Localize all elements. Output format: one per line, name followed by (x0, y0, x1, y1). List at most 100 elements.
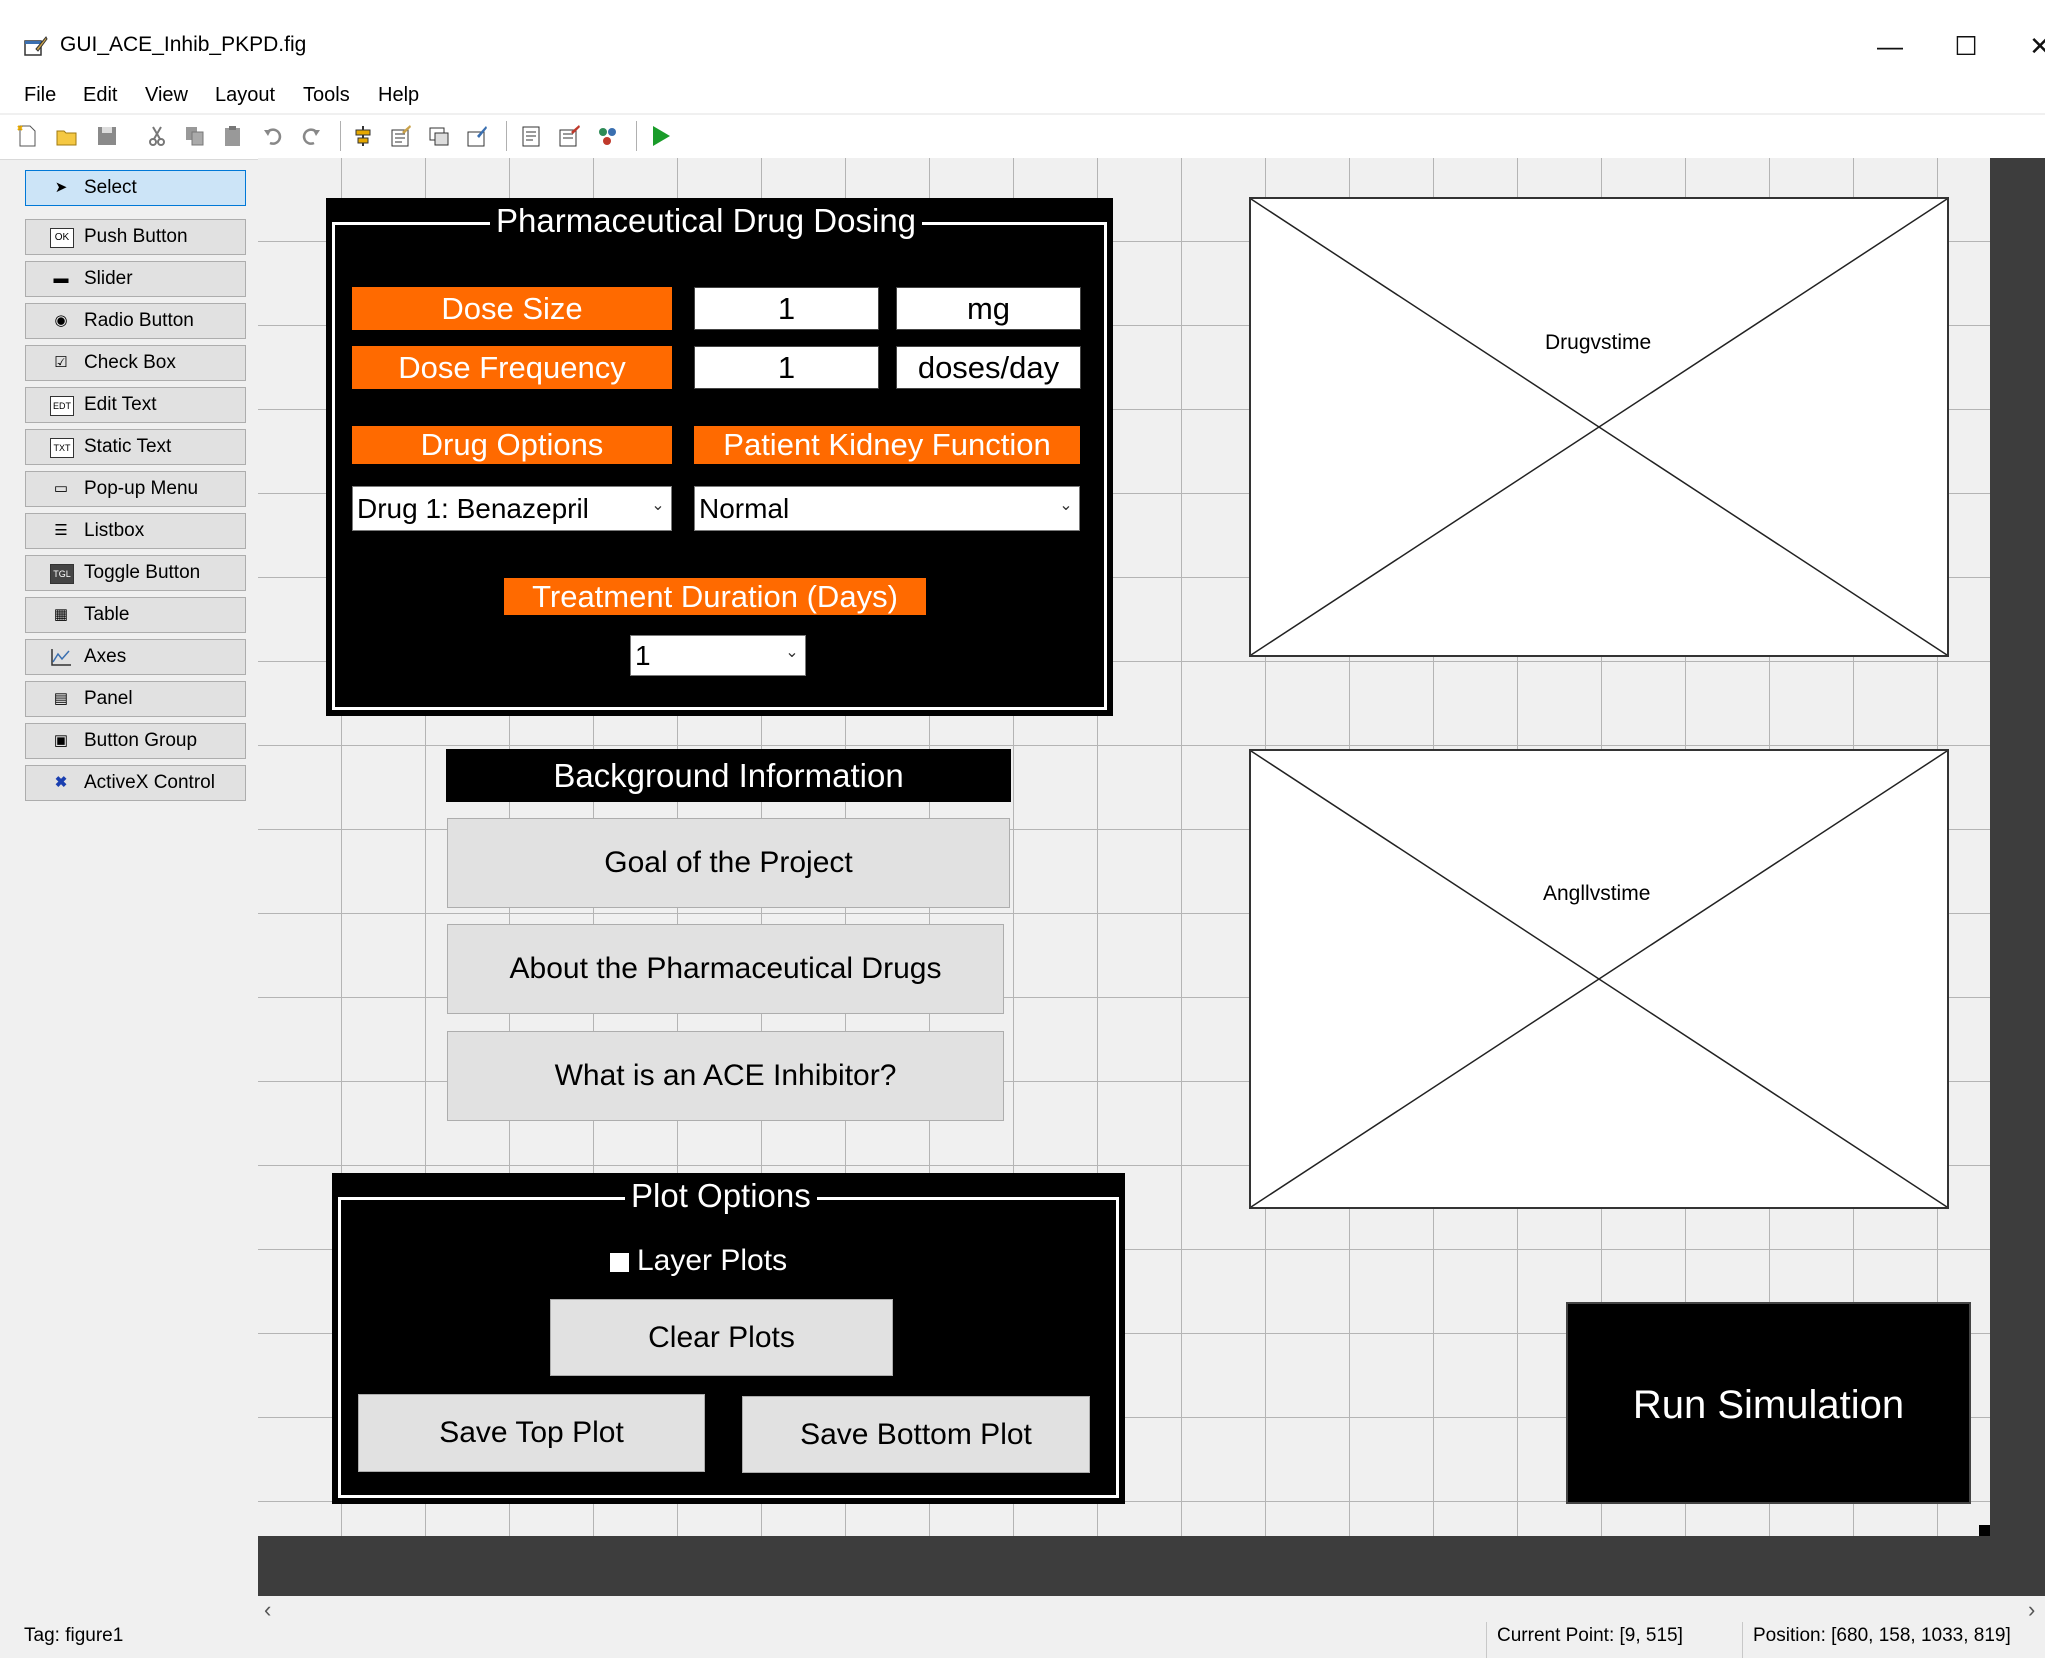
drug-options-popup[interactable]: Drug 1: Benazepril ⌄ (352, 486, 672, 531)
palette-check-box[interactable]: ☑ Check Box (25, 345, 246, 381)
dose-size-input[interactable]: 1 (694, 287, 879, 330)
align-objects-icon[interactable] (352, 124, 374, 148)
object-browser-icon[interactable] (596, 124, 618, 148)
figure-file-icon (24, 36, 48, 56)
editor-icon[interactable] (520, 124, 542, 148)
bottom-axes-tag: Angllvstime (1543, 882, 1651, 905)
menu-layout[interactable]: Layout (215, 84, 275, 107)
scroll-left-icon[interactable]: ‹ (264, 1597, 271, 1623)
palette-table[interactable]: ▦ Table (25, 597, 246, 633)
slider-icon: ▬ (53, 270, 69, 287)
save-top-plot-button[interactable]: Save Top Plot (358, 1394, 705, 1472)
toolbar-separator (636, 121, 637, 151)
scroll-right-icon[interactable]: › (2028, 1597, 2035, 1623)
save-icon[interactable] (96, 124, 118, 148)
menu-tools[interactable]: Tools (303, 84, 350, 107)
horizontal-scrollbar[interactable] (258, 1597, 2045, 1621)
popup-menu-icon: ▭ (53, 480, 69, 497)
paste-icon[interactable] (222, 124, 244, 148)
toolbar-editor-icon[interactable] (466, 124, 488, 148)
about-drugs-button[interactable]: About the Pharmaceutical Drugs (447, 924, 1004, 1014)
palette-edit-text[interactable]: EDT Edit Text (25, 387, 246, 423)
bottom-axes-cross (1251, 751, 1947, 1207)
palette-listbox[interactable]: ☰ Listbox (25, 513, 246, 549)
palette-popup-menu[interactable]: ▭ Pop-up Menu (25, 471, 246, 507)
palette-label: ActiveX Control (84, 772, 215, 793)
chevron-down-icon: ⌄ (785, 644, 799, 661)
redo-icon[interactable] (300, 124, 322, 148)
status-position: Position: [680, 158, 1033, 819] (1753, 1625, 2011, 1646)
background-info-header: Background Information (446, 749, 1011, 802)
palette-toggle-button[interactable]: TGL Toggle Button (25, 555, 246, 591)
palette-axes[interactable]: Axes (25, 639, 246, 675)
kidney-function-value: Normal (699, 493, 790, 524)
window-title: GUI_ACE_Inhib_PKPD.fig (60, 33, 307, 56)
palette-radio-button[interactable]: ◉ Radio Button (25, 303, 246, 339)
status-divider (1742, 1622, 1743, 1658)
run-figure-icon[interactable] (650, 124, 672, 148)
palette-push-button[interactable]: OK Push Button (25, 219, 246, 255)
ace-inhibitor-button[interactable]: What is an ACE Inhibitor? (447, 1031, 1004, 1121)
palette-slider[interactable]: ▬ Slider (25, 261, 246, 297)
palette-label: Static Text (84, 436, 172, 457)
bottom-axes[interactable] (1249, 749, 1949, 1209)
palette-label: Table (84, 604, 130, 625)
palette-button-group[interactable]: ▣ Button Group (25, 723, 246, 759)
top-axes-tag: Drugvstime (1545, 331, 1652, 354)
treatment-duration-popup[interactable]: 1 ⌄ (630, 635, 806, 676)
clear-plots-button[interactable]: Clear Plots (550, 1299, 893, 1376)
dose-frequency-input[interactable]: 1 (694, 346, 879, 389)
top-axes[interactable] (1249, 197, 1949, 657)
menu-file[interactable]: File (24, 84, 56, 107)
menu-edit[interactable]: Edit (83, 84, 117, 107)
palette-panel[interactable]: ▤ Panel (25, 681, 246, 717)
dose-size-label: Dose Size (352, 287, 672, 330)
button-group-icon: ▣ (53, 732, 69, 749)
maximize-button[interactable]: ☐ (1946, 26, 1986, 66)
close-button[interactable]: ✕ (2020, 26, 2045, 66)
palette-activex-control[interactable]: ✖ ActiveX Control (25, 765, 246, 801)
drug-dosing-panel-title: Pharmaceutical Drug Dosing (490, 202, 923, 240)
undo-icon[interactable] (262, 124, 284, 148)
property-inspector-icon[interactable] (558, 124, 580, 148)
plot-options-panel-title: Plot Options (625, 1177, 817, 1215)
tab-order-editor-icon[interactable] (428, 124, 450, 148)
cut-icon[interactable] (146, 124, 168, 148)
palette-label: Radio Button (84, 310, 194, 331)
layer-plots-checkbox[interactable] (610, 1253, 629, 1272)
menu-editor-icon[interactable] (390, 124, 412, 148)
kidney-function-popup[interactable]: Normal ⌄ (694, 486, 1080, 531)
treatment-duration-label: Treatment Duration (Days) (504, 578, 926, 615)
canvas-margin-bottom (258, 1536, 2045, 1596)
toggle-button-icon: TGL (50, 564, 74, 584)
dose-frequency-label: Dose Frequency (352, 346, 672, 389)
title-bar (0, 0, 2045, 90)
palette-label: Edit Text (84, 394, 157, 415)
toolbar-separator (506, 121, 507, 151)
save-bottom-plot-button[interactable]: Save Bottom Plot (742, 1396, 1090, 1473)
palette-select[interactable]: ➤ Select (25, 170, 246, 206)
minimize-button[interactable]: — (1870, 26, 1910, 66)
run-simulation-button[interactable]: Run Simulation (1566, 1302, 1971, 1504)
palette-label: Check Box (84, 352, 176, 373)
drug-options-value: Drug 1: Benazepril (357, 493, 589, 524)
menu-help[interactable]: Help (378, 84, 419, 107)
palette-label: Push Button (84, 226, 188, 247)
activex-icon: ✖ (54, 774, 68, 791)
status-divider (1486, 1622, 1487, 1658)
palette-label: Toggle Button (84, 562, 201, 583)
toolbar-separator (340, 121, 341, 151)
palette-static-text[interactable]: TXT Static Text (25, 429, 246, 465)
copy-icon[interactable] (184, 124, 206, 148)
table-icon: ▦ (53, 606, 69, 623)
goal-of-project-button[interactable]: Goal of the Project (447, 818, 1010, 908)
menu-view[interactable]: View (145, 84, 188, 107)
figure-resize-handle[interactable] (1979, 1525, 1990, 1536)
new-file-icon[interactable] (16, 124, 38, 148)
edit-text-icon: EDT (50, 396, 74, 416)
axes-icon (51, 649, 71, 666)
kidney-function-label: Patient Kidney Function (694, 426, 1080, 464)
open-folder-icon[interactable] (56, 124, 78, 148)
radio-button-icon: ◉ (54, 312, 68, 329)
palette-label: Button Group (84, 730, 198, 751)
